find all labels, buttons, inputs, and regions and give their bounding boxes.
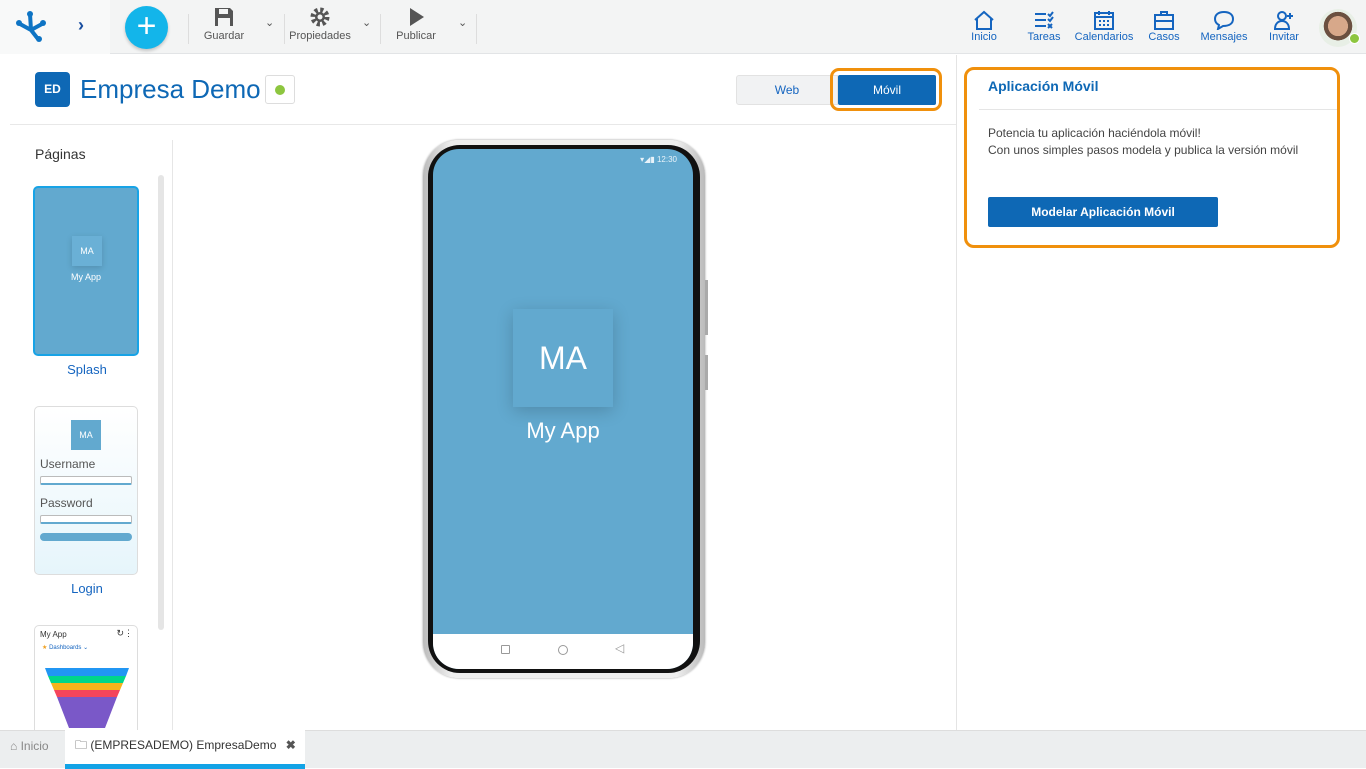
properties-button[interactable]: Propiedades: [288, 6, 352, 42]
card-title: Aplicación Móvil: [988, 78, 1099, 94]
nav-mensajes[interactable]: Mensajes: [1198, 10, 1250, 43]
phone-screen: ▾◢▮ 12:30 MA My App ◁: [433, 149, 693, 669]
nav-label: Calendarios: [1074, 31, 1134, 43]
tab-home[interactable]: ⌂ Inicio: [0, 731, 65, 768]
close-icon[interactable]: ✖: [286, 738, 296, 752]
save-icon: [215, 8, 233, 26]
nav-tareas[interactable]: Tareas: [1026, 10, 1062, 43]
page-label-login[interactable]: Login: [35, 581, 139, 596]
status-bar: ▾◢▮ 12:30: [640, 155, 677, 164]
footer-tabs: ⌂ Inicio 🗀 (EMPRESADEMO) EmpresaDemo ✖: [0, 730, 1366, 769]
publish-label: Publicar: [396, 30, 436, 42]
thumb-password-label: Password: [40, 496, 93, 510]
card-text-1: Potencia tu aplicación haciéndola móvil!: [988, 126, 1201, 140]
nav-label: Tareas: [1027, 31, 1061, 43]
home-icon: [974, 10, 994, 30]
status-time: 12:30: [656, 155, 677, 164]
tab-home-label: Inicio: [20, 739, 49, 753]
tab-document[interactable]: 🗀 (EMPRESADEMO) EmpresaDemo ✖: [65, 730, 305, 769]
project-avatar: ED: [35, 72, 70, 107]
home-icon: ⌂: [10, 739, 18, 753]
save-button[interactable]: Guardar: [200, 6, 248, 42]
expand-chevron-icon[interactable]: ›: [78, 15, 84, 36]
page-thumb-splash[interactable]: MA My App: [33, 186, 139, 356]
pages-scrollbar[interactable]: [158, 175, 164, 630]
model-mobile-app-button[interactable]: Modelar Aplicación Móvil: [988, 197, 1218, 227]
folder-icon: 🗀: [75, 738, 88, 752]
nav-casos[interactable]: Casos: [1146, 10, 1182, 43]
pages-heading: Páginas: [35, 146, 86, 162]
online-status-dot: [1349, 33, 1360, 44]
thumb-title: My App: [40, 630, 67, 639]
thumb-username-label: Username: [40, 457, 96, 471]
properties-dropdown-chevron-icon[interactable]: ⌄: [362, 16, 371, 29]
page-thumb-dashboard[interactable]: My App ↻⋮ ★ Dashboards ⌄: [34, 625, 138, 735]
nav-label: Mensajes: [1200, 31, 1248, 43]
nav-label: Inicio: [971, 31, 997, 43]
refresh-icon: ↻⋮: [116, 628, 133, 638]
android-nav-bar: ◁: [433, 634, 693, 669]
nav-label: Casos: [1148, 31, 1180, 43]
nav-label: Invitar: [1269, 31, 1299, 43]
save-dropdown-chevron-icon[interactable]: ⌄: [265, 16, 274, 29]
nav-inicio[interactable]: Inicio: [966, 10, 1002, 43]
right-panel: Aplicación Móvil Potencia tu aplicación …: [956, 55, 1366, 730]
briefcase-icon: [1154, 11, 1174, 30]
main-area: ED Empresa Demo Web Móvil Páginas MA My …: [0, 55, 956, 735]
thumb-app-name: My App: [70, 272, 101, 282]
tab-document-label: (EMPRESADEMO) EmpresaDemo: [90, 738, 277, 752]
properties-label: Propiedades: [289, 30, 351, 42]
thumb-initials: MA: [72, 236, 102, 266]
tab-mobile[interactable]: Móvil: [838, 75, 936, 105]
chat-icon: [1213, 10, 1235, 30]
page-title: Empresa Demo: [80, 74, 261, 104]
nav-invitar[interactable]: Invitar: [1266, 10, 1302, 43]
card-text-2: Con unos simples pasos modela y publica …: [988, 143, 1299, 157]
page-thumb-login[interactable]: MA Username Password: [34, 406, 138, 575]
home-circle-icon: [558, 645, 568, 655]
nav-calendarios[interactable]: Calendarios: [1074, 10, 1134, 43]
top-toolbar: › + Guardar ⌄ Propiedades ⌄ Publicar ⌄ I…: [0, 0, 1366, 54]
app-splash-logo: MA: [513, 309, 613, 407]
tab-web[interactable]: Web: [736, 75, 838, 105]
app-splash-name: My App: [526, 418, 600, 443]
thumb-menu: Dashboards: [49, 645, 82, 651]
invite-user-icon: [1273, 11, 1293, 30]
app-logo-icon: [16, 11, 46, 42]
publish-dropdown-chevron-icon[interactable]: ⌄: [458, 16, 467, 29]
save-label: Guardar: [203, 30, 245, 42]
calendar-icon: [1094, 11, 1114, 30]
tasks-icon: [1035, 11, 1054, 29]
logo-area: ›: [0, 0, 110, 54]
add-button[interactable]: +: [125, 6, 168, 49]
status-button[interactable]: [265, 75, 295, 104]
back-icon: ◁: [615, 641, 625, 655]
mobile-app-card: Aplicación Móvil Potencia tu aplicación …: [964, 67, 1340, 248]
page-label-splash[interactable]: Splash: [35, 362, 139, 377]
recent-apps-icon: [501, 645, 510, 654]
play-icon: [410, 8, 424, 26]
funnel-chart-thumbnail: [45, 668, 129, 728]
phone-frame: ▾◢▮ 12:30 MA My App ◁: [423, 140, 708, 678]
publish-button[interactable]: Publicar: [392, 6, 440, 42]
gear-icon: [310, 7, 330, 27]
thumb-initials: MA: [71, 420, 101, 450]
